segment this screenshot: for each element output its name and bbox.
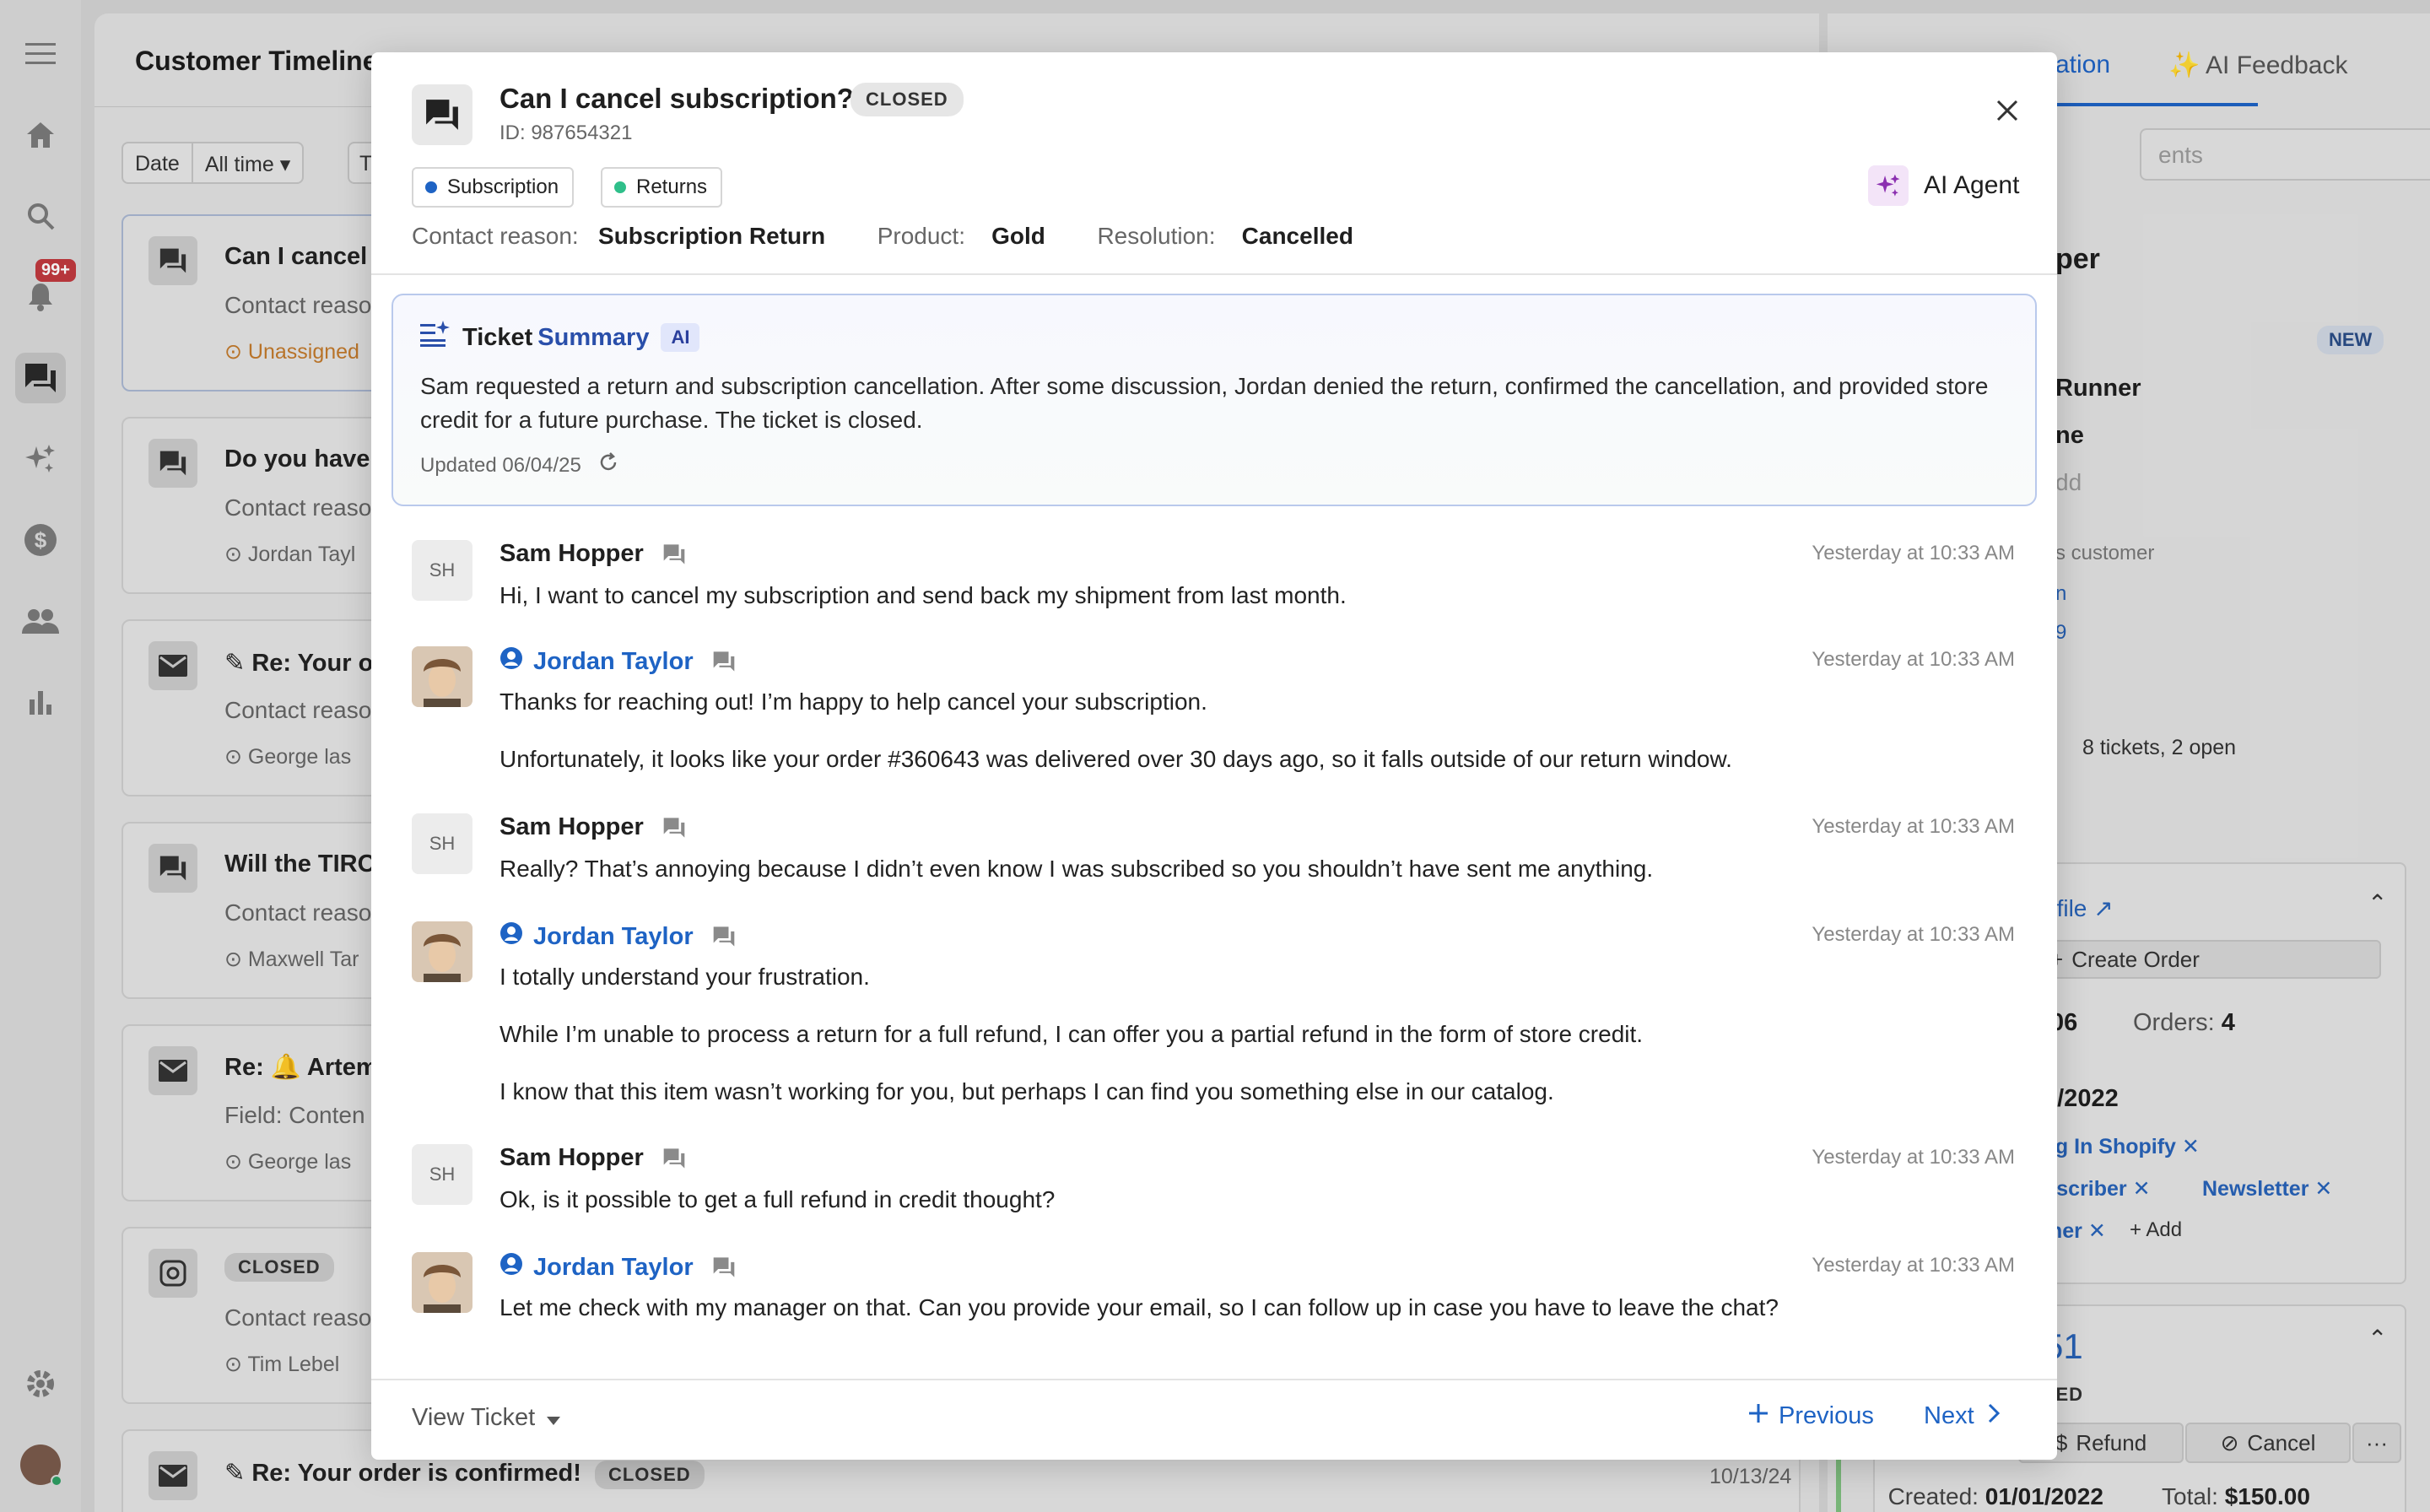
ticket-fields: Contact reason: Subscription Return Prod… (412, 223, 1353, 250)
chat-channel-icon (662, 1148, 686, 1169)
chevron-right-icon (1988, 1402, 2000, 1430)
view-ticket-dropdown[interactable]: View Ticket (412, 1404, 561, 1432)
ai-badge: AI (661, 323, 700, 352)
resolution-value: Cancelled (1241, 223, 1353, 249)
sender-name: Jordan Taylor (500, 921, 736, 952)
chat-channel-icon (712, 651, 736, 672)
previous-label: Previous (1779, 1402, 1874, 1429)
summary-updated: Updated 06/04/25 (420, 452, 618, 478)
sparkle-icon (1868, 165, 1909, 206)
divider (371, 273, 2057, 275)
ai-agent-label: AI Agent (1924, 171, 2020, 199)
tag-label: Returns (636, 176, 708, 198)
chat-channel-icon (712, 926, 736, 948)
sender-name: Sam Hopper (500, 813, 686, 841)
avatar: SH (412, 1144, 472, 1205)
message-text: Ok, is it possible to get a full refund … (500, 1186, 1056, 1212)
message-text: Unfortunately, it looks like your order … (500, 746, 1732, 772)
agent-avatar (412, 646, 472, 707)
divider (371, 1379, 2057, 1380)
message-text: I know that this item wasn’t working for… (500, 1078, 1554, 1104)
message-time: Yesterday at 10:33 AM (1812, 542, 2015, 564)
ticket-summary-card: Ticket Summary AI Sam requested a return… (392, 294, 2037, 506)
message-text: Hi, I want to cancel my subscription and… (500, 582, 1347, 608)
summary-title: Ticket (462, 323, 533, 351)
agent-badge-icon (500, 1252, 523, 1282)
chat-channel-icon (662, 817, 686, 839)
message-text: Thanks for reaching out! I’m happy to he… (500, 688, 1207, 715)
agent-avatar (412, 1252, 472, 1313)
contact-reason-value: Subscription Return (598, 223, 826, 249)
chat-channel-icon (712, 1256, 736, 1278)
message-time: Yesterday at 10:33 AM (1812, 648, 2015, 671)
close-icon[interactable] (1986, 89, 2028, 132)
message-text: I totally understand your frustration. (500, 964, 870, 990)
summary-title-accent: Summary (537, 323, 650, 351)
message-time: Yesterday at 10:33 AM (1812, 1254, 2015, 1277)
plus-icon (1748, 1402, 1768, 1430)
next-label: Next (1924, 1402, 1974, 1429)
message-text: While I’m unable to process a return for… (500, 1021, 1644, 1047)
sender-name: Jordan Taylor (500, 1252, 736, 1282)
message-text: Really? That’s annoying because I didn’t… (500, 856, 1654, 882)
tag-returns[interactable]: Returns (601, 167, 723, 208)
summary-updated-date: Updated 06/04/25 (420, 453, 581, 477)
chat-icon (412, 84, 472, 145)
message-text: Let me check with my manager on that. Ca… (500, 1294, 1779, 1320)
message-time: Yesterday at 10:33 AM (1812, 815, 2015, 838)
view-ticket-label: View Ticket (412, 1404, 536, 1431)
chat-channel-icon (662, 543, 686, 565)
message-time: Yesterday at 10:33 AM (1812, 923, 2015, 946)
sender-name: Sam Hopper (500, 540, 686, 568)
ai-agent-button[interactable]: AI Agent (1868, 165, 2019, 206)
resolution-label: Resolution: (1097, 223, 1216, 249)
avatar: SH (412, 813, 472, 874)
contact-reason-label: Contact reason: (412, 223, 579, 249)
message-time: Yesterday at 10:33 AM (1812, 1146, 2015, 1169)
tag-dot (614, 181, 626, 193)
summary-text: Sam requested a return and subscription … (420, 373, 1989, 433)
summary-header: Ticket Summary AI (420, 321, 700, 354)
ticket-title: Can I cancel subscription? (500, 83, 854, 114)
product-value: Gold (991, 223, 1045, 249)
sender-name: Sam Hopper (500, 1144, 686, 1172)
agent-badge-icon (500, 646, 523, 677)
avatar: SH (412, 540, 472, 601)
tag-label: Subscription (447, 176, 559, 198)
ticket-status-badge: CLOSED (850, 83, 964, 116)
ticket-id: ID: 987654321 (500, 122, 633, 144)
summary-list-icon (420, 321, 451, 354)
tag-dot (425, 181, 437, 193)
previous-button[interactable]: Previous (1748, 1402, 1874, 1430)
refresh-icon[interactable] (598, 452, 618, 478)
tag-subscription[interactable]: Subscription (412, 167, 575, 208)
sender-name: Jordan Taylor (500, 646, 736, 677)
caret-down-icon (547, 1404, 561, 1432)
ticket-modal: Can I cancel subscription? CLOSED ID: 98… (371, 52, 2057, 1460)
product-label: Product: (877, 223, 965, 249)
agent-badge-icon (500, 921, 523, 952)
agent-avatar (412, 921, 472, 982)
next-button[interactable]: Next (1924, 1402, 2000, 1430)
